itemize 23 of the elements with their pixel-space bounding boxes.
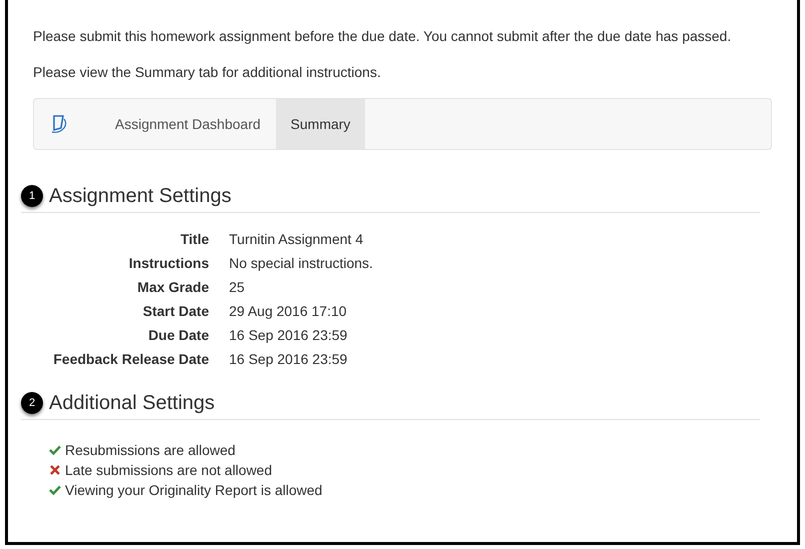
section-heading: Additional Settings <box>49 391 215 415</box>
field-label: Start Date <box>142 302 209 321</box>
tab[interactable]: Summary <box>276 99 366 149</box>
field-label: Instructions <box>128 254 209 273</box>
field-label: Title <box>179 230 209 249</box>
field-label: Max Grade <box>136 278 209 297</box>
field-value: Turnitin Assignment 4 <box>229 230 364 249</box>
field-label: Due Date <box>147 326 209 345</box>
field-label: Feedback Release Date <box>52 350 209 369</box>
field-value: No special instructions. <box>229 254 374 273</box>
tab[interactable]: Assignment Dashboard <box>100 99 276 149</box>
intro-text: Please view the Summary tab for additional instructions. <box>33 63 382 82</box>
intro-text: Please submit this homework assignment before the due date. You cannot submit after the due date has passed. <box>33 27 732 46</box>
section-heading: Assignment Settings <box>49 184 232 208</box>
setting-text: Late submissions are not allowed <box>65 460 272 480</box>
setting-text: Viewing your Originality Report is allowed <box>65 480 322 500</box>
field-value: 16 Sep 2016 23:59 <box>229 350 348 369</box>
step-badge: 1 <box>21 185 43 207</box>
step-badge: 2 <box>21 392 43 414</box>
field-value: 16 Sep 2016 23:59 <box>229 326 348 345</box>
field-value: 25 <box>229 278 246 297</box>
field-value: 29 Aug 2016 17:10 <box>229 302 348 321</box>
setting-text: Resubmissions are allowed <box>65 440 236 460</box>
